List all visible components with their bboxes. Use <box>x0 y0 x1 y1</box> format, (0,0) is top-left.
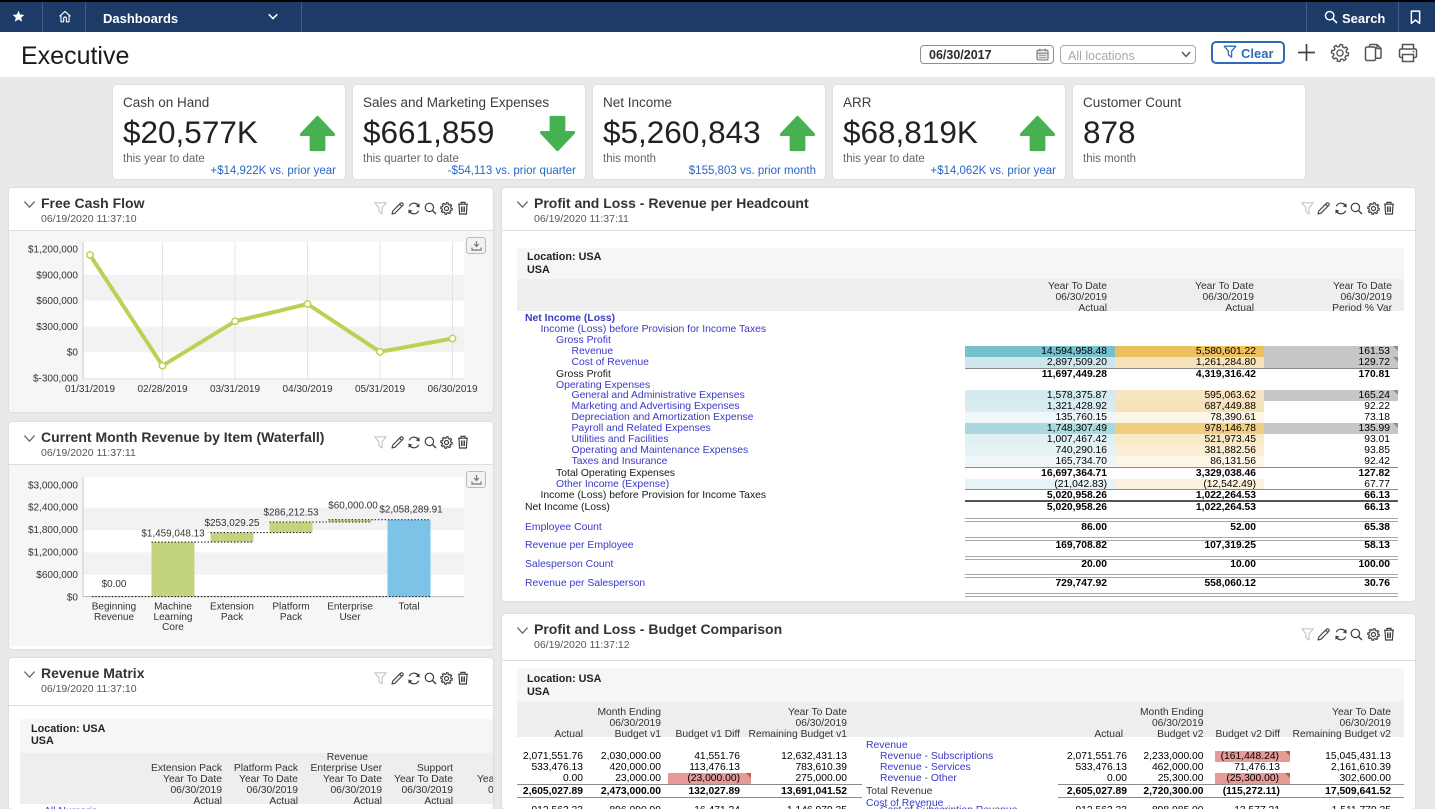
svg-text:$300,000: $300,000 <box>36 322 78 333</box>
svg-text:$253,029.25: $253,029.25 <box>205 518 260 529</box>
svg-text:$900,000: $900,000 <box>36 270 78 281</box>
svg-text:$1,459,048.13: $1,459,048.13 <box>141 529 205 540</box>
svg-text:$-300,000: $-300,000 <box>33 374 78 385</box>
svg-text:$1,200,000: $1,200,000 <box>28 548 78 559</box>
svg-text:Core: Core <box>162 622 184 633</box>
svg-text:$1,800,000: $1,800,000 <box>28 525 78 536</box>
svg-text:04/30/2019: 04/30/2019 <box>282 384 332 395</box>
svg-text:Pack: Pack <box>280 612 303 623</box>
svg-text:User: User <box>339 612 361 623</box>
svg-text:05/31/2019: 05/31/2019 <box>355 384 405 395</box>
svg-text:$1,200,000: $1,200,000 <box>28 245 78 256</box>
svg-text:$286,212.53: $286,212.53 <box>264 508 319 519</box>
svg-text:$600,000: $600,000 <box>36 296 78 307</box>
svg-text:$3,000,000: $3,000,000 <box>28 480 78 491</box>
svg-text:03/31/2019: 03/31/2019 <box>210 384 260 395</box>
svg-text:$0: $0 <box>67 592 79 603</box>
svg-text:Revenue: Revenue <box>94 612 134 623</box>
svg-text:$600,000: $600,000 <box>36 570 78 581</box>
svg-text:02/28/2019: 02/28/2019 <box>137 384 187 395</box>
svg-text:$60,000.00: $60,000.00 <box>328 501 378 512</box>
svg-text:$2,058,289.91: $2,058,289.91 <box>379 505 443 516</box>
svg-text:06/30/2019: 06/30/2019 <box>427 384 477 395</box>
svg-text:01/31/2019: 01/31/2019 <box>65 384 115 395</box>
svg-text:Total: Total <box>398 602 419 613</box>
svg-text:$0: $0 <box>67 348 79 359</box>
svg-text:$0.00: $0.00 <box>102 579 127 590</box>
svg-text:Pack: Pack <box>221 612 244 623</box>
svg-text:$2,400,000: $2,400,000 <box>28 503 78 514</box>
